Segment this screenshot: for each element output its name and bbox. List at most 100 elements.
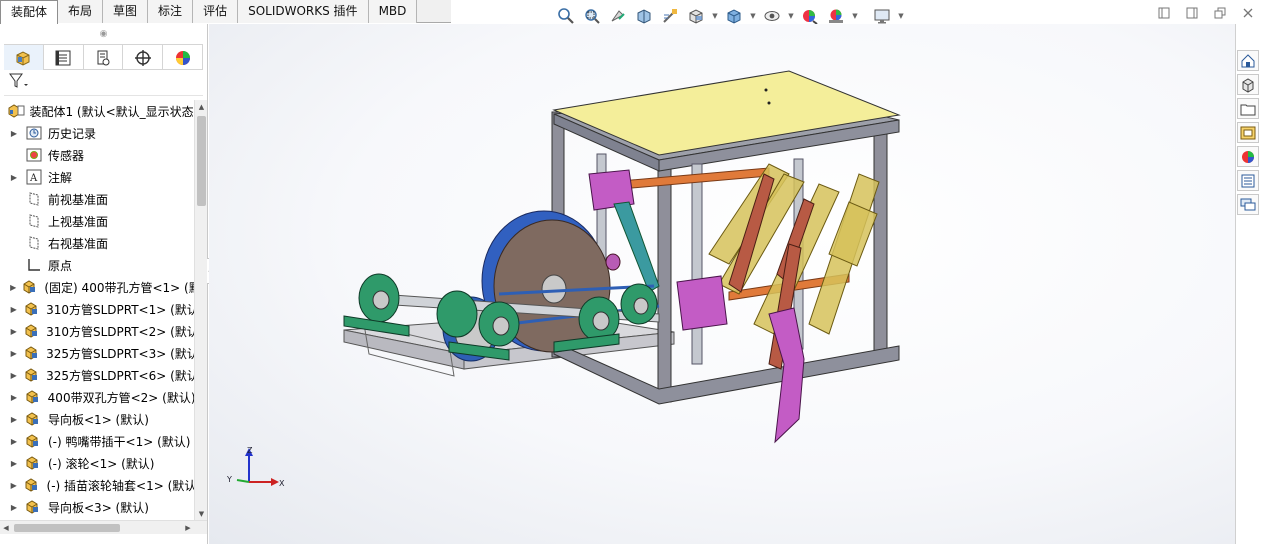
expand-arrow-icon[interactable]: ▶ — [8, 129, 20, 138]
tree-item[interactable]: ▶ A 注解 — [0, 166, 194, 188]
tree-item[interactable]: ▶ 325方管SLDPRT<3> (默认) — [0, 342, 194, 364]
expand-arrow-icon[interactable]: ▶ — [8, 305, 19, 314]
tree-item[interactable]: ▶ (-) 插苗滚轮轴套<1> (默认) — [0, 474, 194, 496]
tree-item-label: (-) 鸭嘴带插干<1> (默认) — [48, 434, 191, 449]
feature-manager-icon[interactable] — [4, 45, 44, 70]
tree-item[interactable]: ▶ 导向板<1> (默认) — [0, 408, 194, 430]
tab-layout[interactable]: 布局 — [58, 0, 104, 23]
tree-item-label: 310方管SLDPRT<2> (默认) — [46, 324, 194, 339]
display-manager-icon[interactable] — [163, 45, 203, 70]
scroll-up-arrow-icon[interactable]: ▲ — [195, 100, 208, 113]
expand-arrow-icon[interactable]: ▶ — [8, 459, 20, 468]
tree-item-label: 传感器 — [48, 148, 85, 163]
tile-right-icon[interactable] — [1185, 6, 1199, 20]
expand-arrow-icon[interactable]: ▶ — [8, 393, 20, 402]
tree-item-label: 上视基准面 — [48, 214, 109, 229]
graphics-viewport[interactable]: Z Y X — [209, 24, 1235, 544]
tree-item-label: (-) 滚轮<1> (默认) — [48, 456, 155, 471]
tree-vertical-scrollbar[interactable]: ▲ ▼ — [194, 100, 207, 520]
tab-sketch[interactable]: 草图 — [103, 0, 149, 23]
tree-item[interactable]: 前视基准面 — [0, 188, 194, 210]
tree-item[interactable]: ▶ (固定) 400带孔方管<1> (默认) — [0, 276, 194, 298]
panel-tabs — [4, 44, 203, 70]
configuration-manager-icon[interactable] — [84, 45, 124, 70]
tab-evaluate[interactable]: 评估 — [193, 0, 239, 23]
tree-item[interactable]: ▶ 导向板<3> (默认) — [0, 496, 194, 518]
part-icon — [23, 300, 42, 318]
tree-item[interactable]: 装配体1 (默认<默认_显示状态-1>) — [0, 100, 194, 122]
filter-row — [4, 70, 203, 96]
expand-arrow-icon[interactable]: ▶ — [8, 415, 20, 424]
assembly-model[interactable] — [209, 24, 1235, 544]
custom-properties-icon[interactable] — [1237, 170, 1259, 191]
scroll-right-arrow-icon[interactable]: ▶ — [182, 521, 194, 535]
tree-item[interactable]: ▶ 310方管SLDPRT<1> (默认) — [0, 298, 194, 320]
part-icon — [23, 476, 42, 494]
tree-item[interactable]: ▶ 400带双孔方管<2> (默认) — [0, 386, 194, 408]
triad-x-label: X — [279, 479, 285, 488]
tree-item-label: 右视基准面 — [48, 236, 109, 251]
tree-item-label: 注解 — [48, 170, 73, 185]
expand-arrow-icon[interactable]: ▶ — [8, 327, 19, 336]
scroll-thumb[interactable] — [197, 116, 206, 206]
tree-item[interactable]: ▶ (-) 滚轮<1> (默认) — [0, 452, 194, 474]
history-icon — [24, 124, 44, 142]
triad-z-label: Z — [247, 446, 253, 455]
feature-tree: 装配体1 (默认<默认_显示状态-1>) ▶ 历史记录传感器 ▶ A 注解前视基准面上视基… — [0, 100, 194, 520]
expand-arrow-icon[interactable]: ▶ — [8, 349, 19, 358]
restore-icon[interactable] — [1213, 6, 1227, 20]
part-icon — [24, 432, 44, 450]
design-library-icon[interactable] — [1237, 74, 1259, 95]
tree-item-label: 325方管SLDPRT<6> (默认) — [46, 368, 194, 383]
property-manager-icon[interactable] — [44, 45, 84, 70]
tab-mbd[interactable]: MBD — [368, 0, 418, 23]
forum-icon[interactable] — [1237, 194, 1259, 215]
tree-item[interactable]: ▶ 310方管SLDPRT<2> (默认) — [0, 320, 194, 342]
tree-item-label: 导向板<3> (默认) — [48, 500, 149, 515]
coordinate-triad: Z Y X — [227, 446, 285, 488]
tree-item[interactable]: 上视基准面 — [0, 210, 194, 232]
command-manager-tabs: 装配体 布局 草图 标注 评估 SOLIDWORKS 插件 MBD — [0, 0, 451, 24]
dimxpert-icon[interactable] — [123, 45, 164, 70]
tab-addins[interactable]: SOLIDWORKS 插件 — [238, 0, 369, 23]
tree-item-label: (-) 插苗滚轮轴套<1> (默认) — [46, 478, 194, 493]
task-pane-tabs — [1237, 50, 1261, 215]
tree-item-label: 325方管SLDPRT<3> (默认) — [46, 346, 194, 361]
tree-horizontal-scrollbar[interactable]: ◀ ▶ — [0, 520, 207, 534]
expand-arrow-icon[interactable]: ▶ — [8, 173, 20, 182]
tree-item-label: 历史记录 — [48, 126, 97, 141]
home-icon[interactable] — [1237, 50, 1259, 71]
filter-icon[interactable] — [8, 72, 30, 93]
tile-left-icon[interactable] — [1157, 6, 1171, 20]
tab-assembly[interactable]: 装配体 — [0, 0, 59, 24]
expand-arrow-icon[interactable]: ▶ — [8, 283, 18, 292]
view-palette-icon[interactable] — [1237, 122, 1259, 143]
panel-grip[interactable]: ◉ — [0, 24, 207, 44]
expand-arrow-icon[interactable]: ▶ — [8, 503, 20, 512]
tree-item-label: 导向板<1> (默认) — [48, 412, 149, 427]
svg-text:A: A — [29, 173, 38, 184]
tree-item[interactable]: ▶ 325方管SLDPRT<6> (默认) — [0, 364, 194, 386]
tree-item[interactable]: 原点 — [0, 254, 194, 276]
scroll-down-arrow-icon[interactable]: ▼ — [195, 507, 208, 520]
part-icon — [24, 498, 44, 516]
expand-arrow-icon[interactable]: ▶ — [8, 481, 19, 490]
tree-item[interactable]: ▶ (-) 鸭嘴带插干<1> (默认) — [0, 430, 194, 452]
file-explorer-icon[interactable] — [1237, 98, 1259, 119]
tree-item[interactable]: 右视基准面 — [0, 232, 194, 254]
triad-y-label: Y — [227, 475, 232, 484]
assembly-icon — [7, 102, 25, 120]
tree-item[interactable]: 传感器 — [0, 144, 194, 166]
expand-arrow-icon[interactable]: ▶ — [8, 437, 20, 446]
scroll-left-arrow-icon[interactable]: ◀ — [0, 521, 12, 535]
part-icon — [22, 278, 40, 296]
scroll-thumb-horizontal[interactable] — [14, 524, 120, 532]
appearances-icon[interactable] — [1237, 146, 1259, 167]
tree-item-label: (固定) 400带孔方管<1> (默认) — [44, 280, 194, 295]
part-icon — [23, 322, 42, 340]
tab-markup[interactable]: 标注 — [148, 0, 194, 23]
tree-item[interactable]: ▶ 历史记录 — [0, 122, 194, 144]
close-icon[interactable] — [1241, 6, 1255, 20]
sensor-icon — [24, 146, 44, 164]
expand-arrow-icon[interactable]: ▶ — [8, 371, 19, 380]
